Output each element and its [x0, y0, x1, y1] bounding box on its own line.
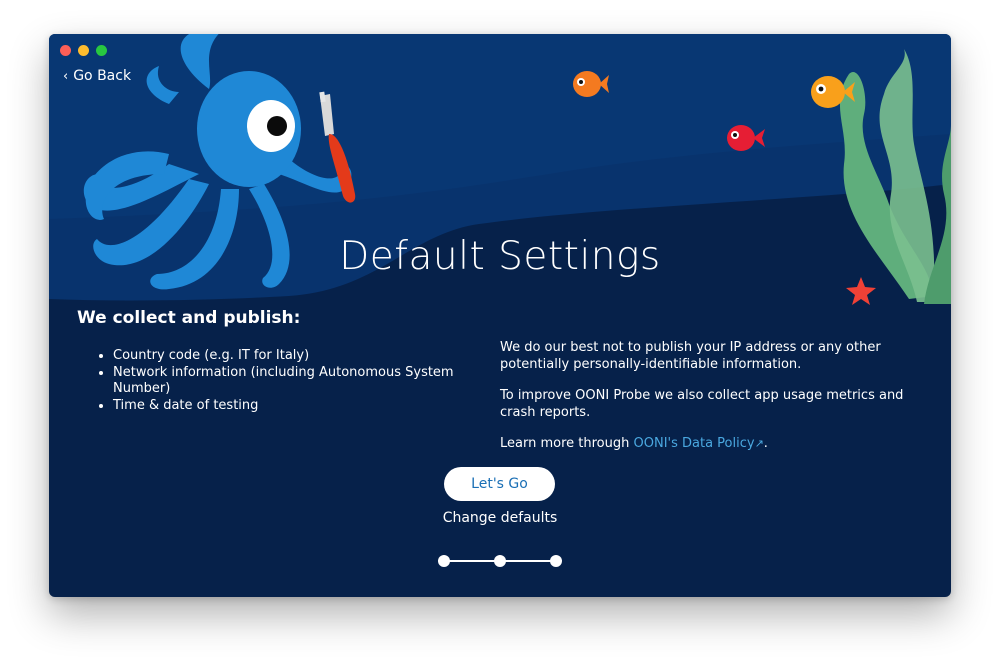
chevron-left-icon: ‹: [63, 68, 69, 84]
lets-go-button[interactable]: Let's Go: [444, 467, 555, 501]
learn-more-prefix: Learn more through: [500, 436, 634, 451]
minimize-window-button[interactable]: [78, 45, 89, 56]
learn-more-suffix: .: [763, 436, 768, 451]
privacy-section: We do our best not to publish your IP ad…: [500, 340, 920, 468]
starfish: [846, 277, 876, 305]
external-link-icon: ↗: [754, 437, 764, 450]
go-back-label: Go Back: [73, 68, 132, 84]
collect-list: Country code (e.g. IT for Italy) Network…: [77, 348, 457, 414]
close-window-button[interactable]: [60, 45, 71, 56]
privacy-paragraph-metrics: To improve OONI Probe we also collect ap…: [500, 388, 904, 420]
learn-more-line: Learn more through OONI's Data Policy↗.: [500, 436, 920, 453]
step-dot-3: [550, 555, 562, 567]
onboarding-stepper: [438, 555, 562, 567]
go-back-button[interactable]: ‹ Go Back: [63, 68, 131, 84]
collect-section: We collect and publish: Country code (e.…: [77, 308, 457, 414]
page-title: Default Settings: [339, 234, 661, 279]
step-dot-1: [438, 555, 450, 567]
step-dot-2: [494, 555, 506, 567]
maximize-window-button[interactable]: [96, 45, 107, 56]
list-item: Country code (e.g. IT for Italy): [113, 348, 457, 365]
list-item: Time & date of testing: [113, 398, 457, 415]
change-defaults-link[interactable]: Change defaults: [49, 510, 951, 526]
app-window: ‹ Go Back Default Settings We collect an…: [49, 34, 951, 597]
list-item: Network information (including Autonomou…: [113, 365, 457, 398]
privacy-paragraph-ip: We do our best not to publish your IP ad…: [500, 340, 881, 372]
data-policy-link[interactable]: OONI's Data Policy↗: [634, 436, 764, 451]
data-policy-link-label[interactable]: OONI's Data Policy: [634, 436, 755, 451]
collect-heading: We collect and publish:: [77, 308, 301, 328]
